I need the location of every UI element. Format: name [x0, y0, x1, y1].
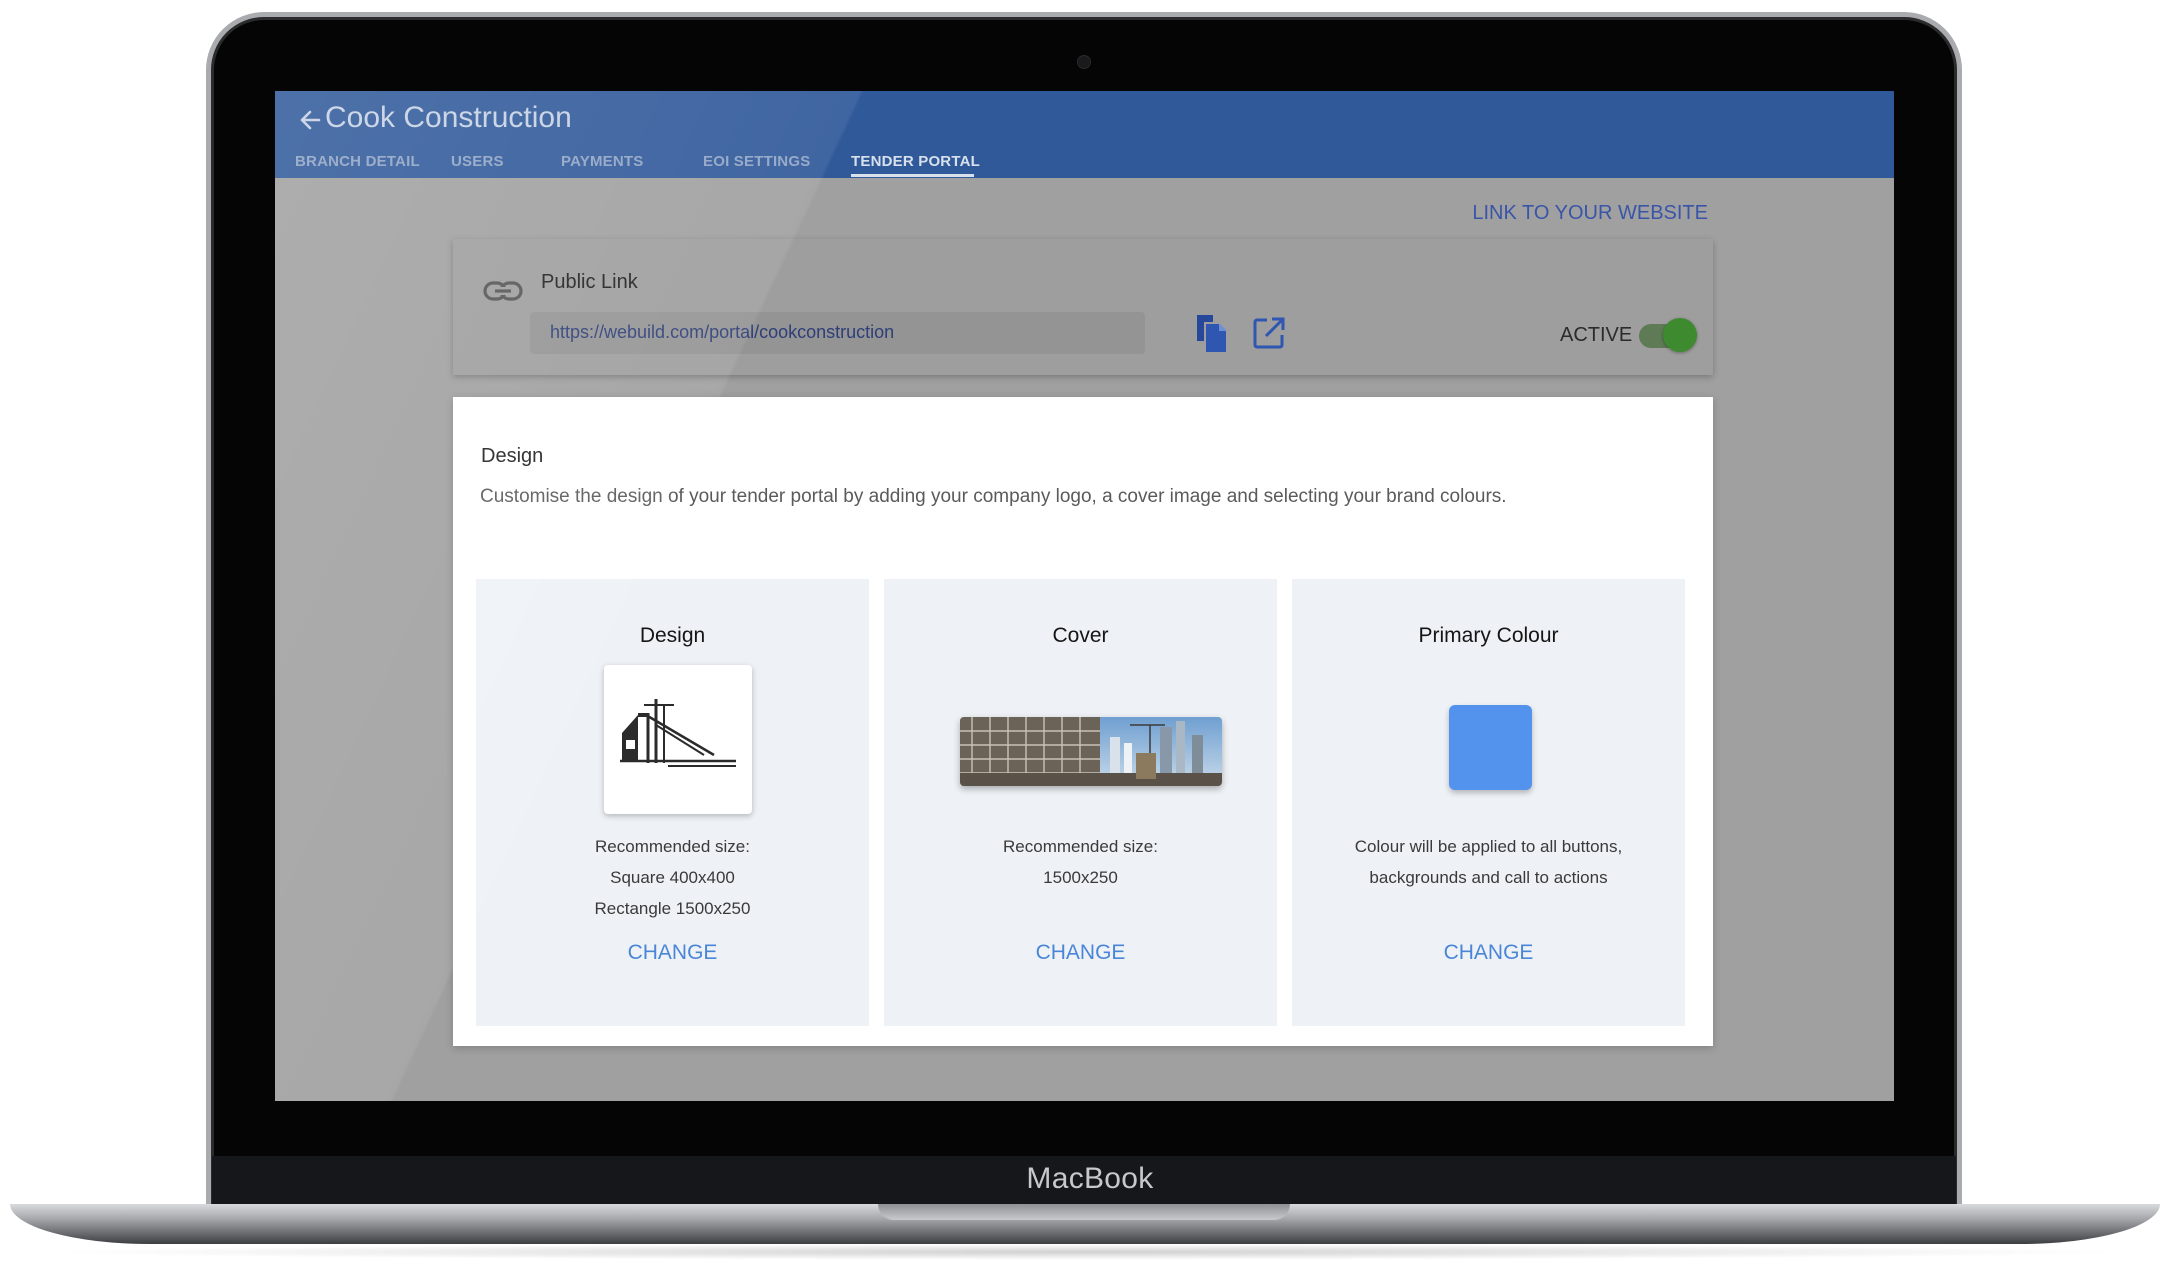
- tab-eoi-settings[interactable]: EOI SETTINGS: [703, 153, 810, 170]
- link-to-website-button[interactable]: LINK TO YOUR WEBSITE: [1472, 202, 1708, 225]
- cover-size-label: Recommended size:: [1003, 837, 1158, 856]
- primary-colour-title: Primary Colour: [1418, 624, 1559, 647]
- tab-branch-detail[interactable]: BRANCH DETAIL: [295, 153, 420, 170]
- primary-colour-column: Primary Colour Colour will be applied to…: [1292, 579, 1685, 1026]
- laptop-screen: Cook Construction BRANCH DETAIL USERS PA…: [275, 91, 1894, 1101]
- public-link-title: Public Link: [541, 271, 638, 293]
- logo-column-title: Design: [639, 624, 706, 647]
- change-logo-button[interactable]: CHANGE: [476, 941, 869, 965]
- webcam-icon: [1077, 55, 1091, 69]
- logo-size-label: Recommended size:: [595, 837, 750, 856]
- company-logo[interactable]: [604, 665, 752, 814]
- laptop-shadow: [40, 1244, 2130, 1260]
- change-colour-button[interactable]: CHANGE: [1292, 941, 1685, 965]
- cover-size-value: 1500x250: [1043, 868, 1118, 887]
- cover-column: Cover Recommended size: 1500x250 CHANGE: [884, 579, 1277, 1026]
- active-status-label: ACTIVE: [1560, 324, 1633, 346]
- tab-tender-portal[interactable]: TENDER PORTAL: [851, 153, 980, 170]
- logo-column: Design Recommended size: Square 400x400 …: [476, 579, 869, 1026]
- design-section-title: Design: [481, 445, 544, 467]
- macbook-label: MacBook: [1026, 1162, 1154, 1195]
- cover-column-title: Cover: [1052, 624, 1109, 647]
- cover-image[interactable]: [960, 717, 1222, 786]
- back-arrow-icon[interactable]: [297, 105, 323, 135]
- design-description: Customise the design of your tender port…: [480, 486, 1507, 507]
- active-toggle-knob[interactable]: [1663, 318, 1697, 352]
- active-tab-indicator: [851, 174, 974, 177]
- primary-colour-swatch[interactable]: [1449, 705, 1532, 790]
- link-icon: [483, 281, 523, 301]
- tab-payments[interactable]: PAYMENTS: [561, 153, 643, 170]
- design-panel: Design Customise the design of your tend…: [453, 397, 1713, 1046]
- tab-users[interactable]: USERS: [451, 153, 504, 170]
- public-url-text: https://webuild.com/portal/cookconstruct…: [550, 322, 895, 342]
- page-title: Cook Construction: [325, 101, 572, 134]
- open-in-new-icon[interactable]: [1251, 315, 1287, 351]
- public-url-field[interactable]: https://webuild.com/portal/cookconstruct…: [530, 312, 1145, 354]
- logo-size-rectangle: Rectangle 1500x250: [594, 899, 751, 918]
- public-link-card: Public Link https://webuild.com/portal/c…: [453, 239, 1713, 375]
- change-cover-button[interactable]: CHANGE: [884, 941, 1277, 965]
- construction-logo-icon: [620, 699, 736, 767]
- laptop-hinge-notch: [878, 1204, 1290, 1220]
- colour-note-line-2: backgrounds and call to actions: [1369, 868, 1608, 887]
- colour-note-line-1: Colour will be applied to all buttons,: [1354, 837, 1623, 856]
- copy-icon[interactable]: [1193, 311, 1231, 355]
- app-header: Cook Construction BRANCH DETAIL USERS PA…: [275, 91, 1894, 178]
- construction-site-image: [960, 717, 1222, 786]
- logo-size-square: Square 400x400: [610, 868, 735, 887]
